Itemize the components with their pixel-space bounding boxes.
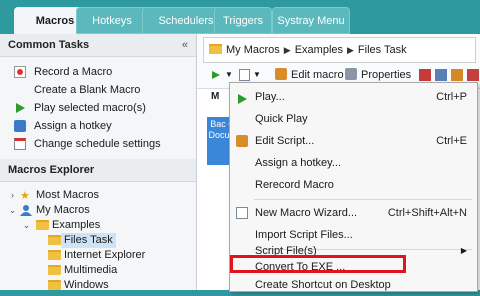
folder-icon	[48, 265, 61, 275]
menu-label: Rerecord Macro	[255, 179, 334, 191]
record-icon	[14, 66, 26, 78]
tree-label: Internet Explorer	[64, 249, 146, 261]
tree-label: My Macros	[36, 204, 90, 216]
menu-item-new-macro-wizard[interactable]: New Macro Wizard... Ctrl+Shift+Alt+N	[230, 202, 477, 224]
task-record-macro[interactable]: Record a Macro	[0, 63, 196, 81]
user-icon	[20, 205, 32, 216]
left-panel: Common Tasks « Record a Macro Create a B…	[0, 34, 197, 293]
menu-shortcut: Ctrl+E	[436, 135, 467, 147]
star-icon: ★	[20, 190, 30, 202]
tree-item-files-task[interactable]: Files Task	[0, 233, 196, 248]
folder-icon	[209, 44, 222, 54]
menu-separator	[254, 199, 472, 200]
common-tasks-header[interactable]: Common Tasks «	[0, 34, 196, 57]
column-header[interactable]: M	[211, 91, 219, 102]
task-label: Create a Blank Macro	[34, 84, 141, 96]
menu-item-edit-script[interactable]: Edit Script... Ctrl+E	[230, 130, 477, 152]
menu-label: New Macro Wizard...	[255, 207, 358, 219]
menu-label: Quick Play	[255, 113, 308, 125]
edit-icon	[275, 68, 287, 80]
export-icon[interactable]	[451, 69, 463, 81]
delete-icon[interactable]	[467, 69, 479, 81]
highlight-box	[230, 255, 406, 273]
task-create-blank-macro[interactable]: Create a Blank Macro	[0, 81, 196, 99]
trigger-icon[interactable]	[435, 69, 447, 81]
tree-label: Multimedia	[64, 264, 118, 276]
task-label: Play selected macro(s)	[34, 102, 146, 114]
menu-item-create-shortcut[interactable]: Create Shortcut on Desktop	[230, 274, 477, 296]
schedule-icon[interactable]	[419, 69, 431, 81]
task-label: Change schedule settings	[34, 138, 161, 150]
calendar-icon	[14, 138, 26, 150]
tab-hotkeys[interactable]: Hotkeys	[76, 7, 148, 34]
folder-icon	[48, 250, 61, 260]
tab-triggers[interactable]: Triggers	[214, 7, 272, 34]
tab-bar: Macros Hotkeys Schedulers Triggers Systr…	[0, 0, 480, 34]
macros-explorer-header: Macros Explorer	[0, 159, 196, 182]
chevron-right-icon: ▶	[347, 45, 354, 55]
play-icon	[236, 91, 248, 104]
task-change-schedule[interactable]: Change schedule settings	[0, 135, 196, 153]
edit-macro-label: Edit macro	[291, 69, 344, 81]
task-assign-hotkey[interactable]: Assign a hotkey	[0, 117, 196, 135]
menu-shortcut: Ctrl+P	[436, 91, 467, 103]
task-label: Assign a hotkey	[34, 120, 112, 132]
properties-label: Properties	[361, 69, 412, 81]
tree-item-examples[interactable]: ⌄ Examples	[0, 218, 196, 233]
keyboard-icon	[14, 120, 26, 132]
breadcrumb-item[interactable]: My Macros	[226, 44, 280, 56]
menu-shortcut: Ctrl+Shift+Alt+N	[387, 207, 467, 219]
task-play-selected[interactable]: Play selected macro(s)	[0, 99, 196, 117]
tree-item-internet-explorer[interactable]: Internet Explorer	[0, 248, 196, 263]
tree-item-my-macros[interactable]: ⌄ My Macros	[0, 203, 196, 218]
tree-label: Most Macros	[36, 189, 99, 201]
breadcrumb-item[interactable]: Files Task	[358, 44, 407, 56]
menu-item-assign-hotkey[interactable]: Assign a hotkey...	[230, 152, 477, 174]
tree-label: Windows	[64, 279, 109, 291]
collapse-icon[interactable]: «	[182, 34, 188, 56]
menu-label: Assign a hotkey...	[255, 157, 342, 169]
menu-item-quick-play[interactable]: Quick Play	[230, 108, 477, 130]
tree-label: Examples	[52, 219, 101, 231]
tree-label: Files Task	[61, 233, 116, 248]
expand-icon[interactable]: ›	[8, 188, 17, 203]
folder-icon	[48, 280, 61, 290]
wizard-icon	[236, 207, 248, 219]
menu-item-rerecord[interactable]: Rerecord Macro	[230, 174, 477, 196]
tree-item-most-macros[interactable]: › ★ Most Macros	[0, 188, 196, 203]
collapse-icon[interactable]: ⌄	[8, 203, 17, 218]
folder-icon	[36, 220, 49, 230]
menu-label: Play...	[255, 91, 285, 103]
tab-systray-menu[interactable]: Systray Menu	[272, 7, 350, 34]
menu-label: Create Shortcut on Desktop	[255, 279, 391, 291]
new-macro-icon[interactable]	[239, 69, 250, 81]
common-tasks-title: Common Tasks	[8, 39, 90, 51]
properties-icon	[345, 68, 357, 80]
breadcrumb: My Macros ▶ Examples ▶ Files Task	[203, 37, 476, 63]
edit-icon	[236, 135, 248, 147]
play-icon	[14, 102, 26, 114]
chevron-right-icon: ▶	[283, 45, 291, 55]
menu-item-play[interactable]: Play... Ctrl+P	[230, 86, 477, 108]
collapse-icon[interactable]: ⌄	[22, 218, 31, 233]
tree-item-multimedia[interactable]: Multimedia	[0, 263, 196, 278]
tree-item-windows[interactable]: Windows	[0, 278, 196, 293]
macros-explorer-title: Macros Explorer	[8, 164, 95, 176]
breadcrumb-item[interactable]: Examples	[295, 44, 343, 56]
play-icon[interactable]	[211, 64, 221, 86]
menu-label: Edit Script...	[255, 135, 315, 147]
folder-icon	[48, 235, 61, 245]
task-label: Record a Macro	[34, 66, 113, 78]
